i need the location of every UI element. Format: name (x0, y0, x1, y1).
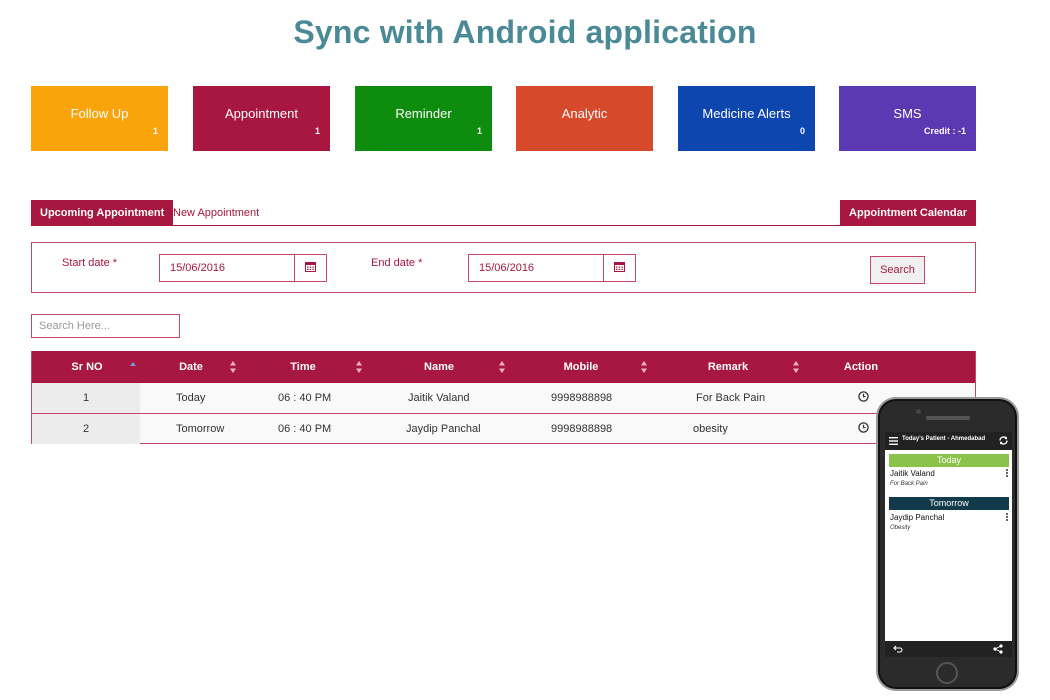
end-date-label: End date * (371, 257, 423, 269)
cell-mobile: 9998988898 (551, 423, 613, 435)
tile-sms[interactable]: SMS Credit : -1 (839, 86, 976, 151)
header-remark[interactable]: Remark (703, 361, 753, 373)
phone-home-button[interactable] (936, 662, 958, 684)
cell-time: 06 : 40 PM (278, 423, 332, 435)
start-date-label: Start date * (62, 257, 118, 269)
cell-remark: For Back Pain (696, 392, 766, 404)
header-mobile[interactable]: Mobile (556, 361, 606, 373)
phone-nav-bar (885, 641, 1012, 657)
cell-sr-no: 1 (82, 392, 90, 404)
sort-icon[interactable] (355, 360, 363, 374)
tile-count: 1 (314, 126, 320, 136)
tile-credit: Credit : -1 (923, 126, 966, 136)
tile-label: Analytic (561, 106, 608, 121)
hamburger-menu-icon[interactable] (889, 437, 898, 445)
date-filter-panel: Start date * 15/06/2016 End date * 15/06… (31, 242, 976, 293)
appointment-calendar-button[interactable]: Appointment Calendar (840, 200, 976, 226)
tile-medicine-alerts[interactable]: Medicine Alerts 0 (678, 86, 815, 151)
phone-section-tomorrow: Tomorrow (889, 497, 1009, 510)
cell-name: Jaitik Valand (408, 392, 470, 404)
start-date-field[interactable]: 15/06/2016 (159, 254, 327, 282)
cell-time: 06 : 40 PM (278, 392, 332, 404)
tab-new-appointment[interactable]: New Appointment (164, 200, 268, 226)
header-date[interactable]: Date (166, 361, 216, 373)
tile-label: Appointment (225, 106, 298, 121)
clock-icon[interactable] (858, 391, 869, 402)
cell-name: Jaydip Panchal (406, 423, 481, 435)
phone-app-title: Today's Patient - Ahmedabad (902, 436, 986, 442)
end-date-value: 15/06/2016 (479, 262, 535, 274)
phone-section-today: Today (889, 454, 1009, 467)
table-header: Sr NO Date Time Name Mobile Remark Actio… (32, 351, 975, 383)
phone-patient-name: Jaitik Valand (890, 469, 935, 478)
tile-follow-up[interactable]: Follow Up 1 (31, 86, 168, 151)
tile-count: 1 (476, 126, 482, 136)
header-sr-no[interactable]: Sr NO (62, 361, 112, 373)
sort-asc-icon[interactable] (129, 360, 137, 374)
phone-app-bar: Today's Patient - Ahmedabad (885, 432, 1012, 450)
more-options-icon[interactable] (1006, 513, 1008, 522)
phone-screen: Today's Patient - Ahmedabad Today Jaitik… (885, 432, 1012, 657)
calendar-icon (614, 262, 625, 272)
table-row[interactable]: 1 Today 06 : 40 PM Jaitik Valand 9998988… (32, 383, 975, 413)
back-icon[interactable] (893, 645, 903, 653)
tile-appointment[interactable]: Appointment 1 (193, 86, 330, 151)
cell-date: Tomorrow (176, 423, 225, 435)
header-time[interactable]: Time (278, 361, 328, 373)
appointment-tabs: Upcoming Appointment New Appointment App… (31, 200, 976, 226)
tab-upcoming-appointment[interactable]: Upcoming Appointment (31, 200, 174, 226)
cell-mobile: 9998988898 (551, 392, 613, 404)
tile-count: 0 (799, 126, 805, 136)
sort-icon[interactable] (792, 360, 800, 374)
header-name[interactable]: Name (414, 361, 464, 373)
header-action: Action (843, 361, 879, 373)
sync-icon[interactable] (998, 435, 1009, 446)
end-date-field[interactable]: 15/06/2016 (468, 254, 636, 282)
tile-reminder[interactable]: Reminder 1 (355, 86, 492, 151)
phone-patient-remark: Obesity (890, 525, 911, 531)
phone-speaker (926, 416, 970, 420)
phone-patient-remark: For Back Pain (890, 481, 928, 487)
more-options-icon[interactable] (1006, 469, 1008, 478)
tile-analytic[interactable]: Analytic (516, 86, 653, 151)
start-date-value: 15/06/2016 (170, 262, 226, 274)
start-date-calendar-button[interactable] (294, 255, 326, 281)
sort-icon[interactable] (498, 360, 506, 374)
share-icon[interactable] (993, 644, 1003, 654)
cell-remark: obesity (693, 423, 728, 435)
clock-icon[interactable] (858, 422, 869, 433)
tile-label: Reminder (395, 106, 452, 121)
tile-label: Medicine Alerts (702, 106, 791, 121)
cell-date: Today (176, 392, 206, 404)
search-button[interactable]: Search (870, 256, 925, 284)
search-input[interactable] (31, 314, 180, 338)
end-date-calendar-button[interactable] (603, 255, 635, 281)
sort-icon[interactable] (640, 360, 648, 374)
cell-sr-no: 2 (82, 423, 90, 435)
page-title: Sync with Android application (293, 14, 757, 50)
phone-camera (916, 409, 921, 414)
tile-count: 1 (152, 126, 158, 136)
tile-label: Follow Up (70, 106, 129, 121)
table-row[interactable]: 2 Tomorrow 06 : 40 PM Jaydip Panchal 999… (32, 413, 975, 444)
sort-icon[interactable] (229, 360, 237, 374)
android-phone-mockup: Today's Patient - Ahmedabad Today Jaitik… (876, 397, 1019, 691)
phone-patient-name: Jaydip Panchal (890, 513, 945, 522)
tile-label: SMS (893, 106, 922, 121)
appointment-table: Sr NO Date Time Name Mobile Remark Actio… (31, 351, 976, 444)
calendar-icon (305, 262, 316, 272)
